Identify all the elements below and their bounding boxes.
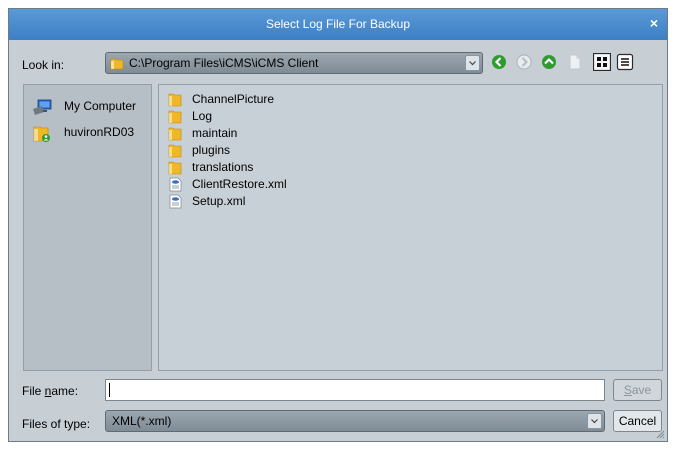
user-folder-icon xyxy=(33,126,50,142)
details-view-icon[interactable] xyxy=(616,53,634,71)
look-in-label: Look in: xyxy=(22,58,65,72)
dialog-title: Select Log File For Backup xyxy=(265,17,411,31)
file-name-input[interactable] xyxy=(105,379,605,401)
file-type-value: XML(*.xml) xyxy=(112,414,172,428)
new-folder-icon[interactable] xyxy=(566,53,584,71)
folder-icon xyxy=(168,110,182,124)
place-label: My Computer xyxy=(64,99,137,113)
look-in-path: C:\Program Files\iCMS\iCMS Client xyxy=(129,56,319,70)
list-view-icon[interactable] xyxy=(593,53,611,71)
file-type-label: Files of type: xyxy=(22,417,91,431)
xml-file-icon xyxy=(169,194,182,209)
file-name: maintain xyxy=(192,126,238,140)
file-list[interactable]: ChannelPicture Log maintain plugins tran… xyxy=(158,84,663,371)
file-type-combo[interactable]: XML(*.xml) xyxy=(105,410,605,432)
file-name-label: File name: xyxy=(22,384,79,398)
place-label: huvironRD03 xyxy=(64,125,135,139)
close-icon[interactable]: × xyxy=(647,16,661,30)
file-name: ChannelPicture xyxy=(192,92,275,106)
text-caret xyxy=(109,383,110,397)
chevron-down-icon[interactable] xyxy=(465,55,480,71)
file-name: Setup.xml xyxy=(192,194,246,208)
file-name: plugins xyxy=(192,143,231,157)
folder-icon xyxy=(168,161,182,175)
save-button[interactable]: Save xyxy=(613,379,662,401)
computer-icon xyxy=(33,99,52,115)
back-icon[interactable] xyxy=(490,53,508,71)
chevron-down-icon[interactable] xyxy=(587,413,602,429)
up-folder-icon[interactable] xyxy=(540,53,558,71)
folder-icon xyxy=(110,58,124,70)
file-chooser-dialog: Select Log File For Backup × Look in: C:… xyxy=(8,8,668,442)
xml-file-icon xyxy=(169,177,182,192)
title-bar[interactable]: Select Log File For Backup × xyxy=(9,9,667,40)
folder-icon xyxy=(168,93,182,107)
file-name: Log xyxy=(192,109,213,123)
folder-icon xyxy=(168,144,182,158)
look-in-combo[interactable]: C:\Program Files\iCMS\iCMS Client xyxy=(105,52,483,74)
forward-icon[interactable] xyxy=(515,53,533,71)
file-name: translations xyxy=(192,160,254,174)
places-sidebar: My Computer huvironRD03 xyxy=(23,84,152,371)
file-name: ClientRestore.xml xyxy=(192,177,287,191)
folder-icon xyxy=(168,127,182,141)
resize-grip-icon[interactable] xyxy=(655,429,665,439)
